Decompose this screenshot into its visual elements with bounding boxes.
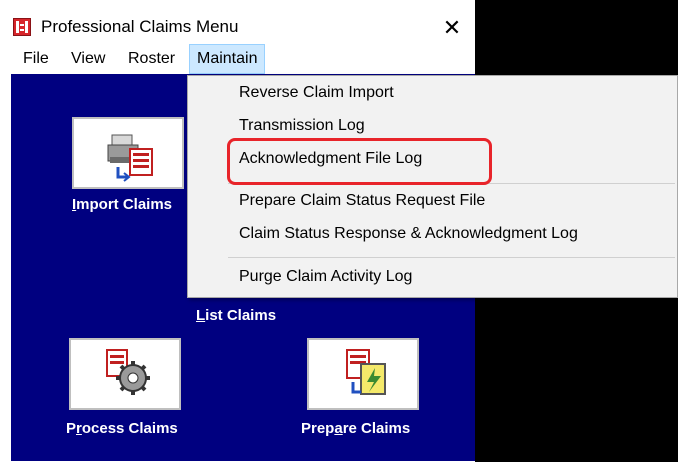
menu-maintain[interactable]: Maintain xyxy=(189,44,266,74)
menu-bar: File View Roster Maintain xyxy=(11,44,475,74)
process-claims-label: Process Claims xyxy=(66,420,178,437)
menu-roster[interactable]: Roster xyxy=(128,44,175,74)
prepare-document-icon xyxy=(346,349,386,395)
prepare-claims-button[interactable] xyxy=(307,338,419,410)
printer-import-icon xyxy=(107,134,153,182)
menu-view[interactable]: View xyxy=(71,44,105,74)
list-claims-label[interactable]: List Claims xyxy=(196,307,276,324)
menu-item-purge-claim-activity-log[interactable]: Purge Claim Activity Log xyxy=(239,268,412,286)
window-title: Professional Claims Menu xyxy=(41,17,239,36)
menu-item-transmission-log[interactable]: Transmission Log xyxy=(239,117,365,135)
gear-document-icon xyxy=(106,349,150,395)
process-claims-button[interactable] xyxy=(69,338,181,410)
close-button[interactable]: ✕ xyxy=(435,11,469,44)
menu-file[interactable]: File xyxy=(23,44,49,74)
app-icon xyxy=(13,18,31,36)
title-bar: Professional Claims Menu ✕ xyxy=(11,11,475,44)
close-icon: ✕ xyxy=(442,15,462,40)
menu-item-reverse-claim-import[interactable]: Reverse Claim Import xyxy=(239,84,394,102)
import-claims-button[interactable] xyxy=(72,117,184,189)
menu-item-prepare-claim-status-request[interactable]: Prepare Claim Status Request File xyxy=(239,192,485,210)
menu-separator xyxy=(228,257,675,258)
highlight-annotation xyxy=(227,138,492,185)
menu-item-claim-status-response-log[interactable]: Claim Status Response & Acknowledgment L… xyxy=(239,225,578,243)
maintain-dropdown-menu: Reverse Claim Import Transmission Log Ac… xyxy=(187,75,678,298)
prepare-claims-label: Prepare Claims xyxy=(301,420,411,437)
import-claims-label: Import Claims xyxy=(72,196,173,213)
